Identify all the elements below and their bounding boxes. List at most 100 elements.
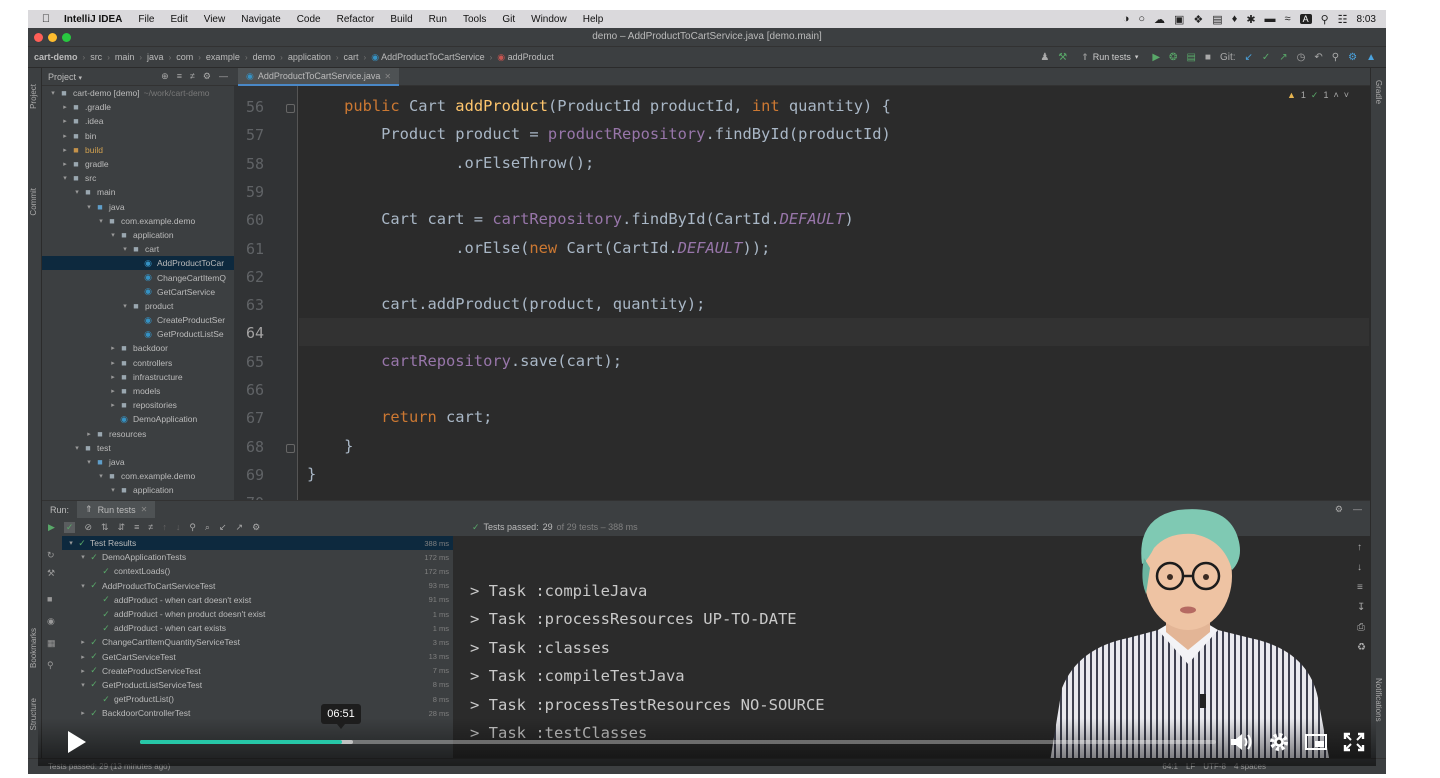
chevron-right-icon[interactable]: ▸ [108, 373, 118, 381]
project-tree-item[interactable]: ▾ ■ application [42, 228, 234, 242]
wifi-icon[interactable]: ≈ [1285, 13, 1291, 25]
project-tree-item[interactable]: ▾ ■ cart-demo [demo] ~/work/cart-demo [42, 86, 234, 100]
chevron-right-icon[interactable]: ▸ [78, 653, 88, 661]
project-tree-item[interactable]: ▸ ■ gradle [42, 157, 234, 171]
menu-refactor[interactable]: Refactor [329, 14, 383, 25]
project-tree-item[interactable]: ▸ ■ bin [42, 129, 234, 143]
project-tree-item[interactable]: ◉ GetCartService [42, 285, 234, 299]
rollback-icon[interactable]: ↶ [1314, 52, 1322, 63]
stop-icon[interactable]: ■ [47, 594, 52, 604]
show-passed-toggle[interactable]: ✓ [63, 521, 76, 533]
chevron-down-icon[interactable]: ▾ [120, 302, 130, 310]
test-result-row[interactable]: ✓ addProduct - when cart exists 1 ms [62, 621, 453, 635]
chevron-down-icon[interactable]: ▾ [78, 553, 88, 561]
breadcrumb-item[interactable]: ◉ AddProductToCartService [371, 52, 484, 63]
fold-marker-icon[interactable] [286, 104, 295, 113]
run-configuration-selector[interactable]: ⇑ Run tests ▾ [1076, 51, 1143, 64]
test-result-row[interactable]: ▾ ✓ GetProductListServiceTest 8 ms [62, 678, 453, 692]
project-view-selector[interactable]: Project ▾ [48, 72, 82, 82]
close-icon[interactable]: ✕ [141, 505, 148, 514]
project-tree-item[interactable]: ▾ ■ java [42, 200, 234, 214]
menu-tools[interactable]: Tools [455, 14, 494, 25]
rerun-icon[interactable]: ▶ [48, 522, 55, 533]
show-ignored-toggle[interactable]: ⊘ [84, 522, 92, 533]
settings-gear-icon[interactable] [1266, 730, 1292, 754]
test-result-row[interactable]: ▸ ✓ CreateProductServiceTest 7 ms [62, 664, 453, 678]
code-line[interactable] [299, 318, 1369, 347]
breadcrumb-item[interactable]: cart [344, 52, 359, 62]
breadcrumb-item[interactable]: com [176, 52, 193, 62]
apple-icon[interactable]:  [36, 13, 56, 25]
line-number[interactable]: 60 [234, 211, 264, 229]
chevron-down-icon[interactable]: ▾ [66, 539, 76, 547]
code-editor[interactable]: ▲ 1 ✓ 1 ˄ ˅ public Cart addProduct(Product… [299, 86, 1369, 500]
chevron-down-icon[interactable]: ▾ [84, 458, 94, 466]
line-number[interactable]: 62 [234, 268, 264, 286]
fold-marker-icon[interactable] [286, 443, 295, 453]
menu-view[interactable]: View [196, 14, 234, 25]
search-everywhere-icon[interactable]: ⚲ [1332, 52, 1339, 63]
shield-icon[interactable]: ♦ [1232, 13, 1238, 25]
project-tree-item[interactable]: ▸ ■ repositories [42, 398, 234, 412]
control-center-icon[interactable]: ☷ [1338, 13, 1348, 26]
chevron-right-icon[interactable]: ▸ [60, 160, 70, 168]
gradle-tool-button[interactable]: Gradle [1374, 80, 1383, 104]
chevron-down-icon[interactable]: ▾ [108, 486, 118, 494]
line-number[interactable]: 56 [234, 98, 264, 116]
chevron-right-icon[interactable]: ▸ [78, 667, 88, 675]
build-hammer-icon[interactable]: ⚒ [1058, 52, 1067, 63]
code-line[interactable]: Cart cart = cartRepository.findById(Cart… [307, 205, 854, 233]
sort-duration-icon[interactable]: ⇵ [118, 522, 126, 533]
history-icon[interactable]: ◷ [1297, 52, 1306, 63]
project-tree-item[interactable]: ▾ ■ main [42, 185, 234, 199]
menu-app-name[interactable]: IntelliJ IDEA [56, 14, 130, 25]
chevron-up-icon[interactable]: ˄ [1333, 90, 1338, 101]
project-tree-item[interactable]: ◉ GetProductListSe [42, 327, 234, 341]
chevron-right-icon[interactable]: ▸ [60, 103, 70, 111]
project-tree-item[interactable]: ▾ ■ cart [42, 242, 234, 256]
expand-all-icon[interactable]: ≡ [177, 71, 182, 82]
project-tree-item[interactable]: ▾ ■ com.example.demo [42, 469, 234, 483]
project-tree-item[interactable]: ◉ DemoApplication [42, 412, 234, 426]
project-tree-item[interactable]: ▸ ■ .idea [42, 114, 234, 128]
pin-icon[interactable]: ⚲ [47, 660, 54, 671]
coverage-icon[interactable]: ▤ [1186, 52, 1195, 63]
maximize-window-button[interactable] [62, 33, 71, 42]
wrench-icon[interactable]: ⚒ [47, 568, 55, 579]
bluetooth-icon[interactable]: ✱ [1246, 13, 1255, 26]
gear-icon[interactable]: ⚙ [252, 522, 260, 533]
previous-test-icon[interactable]: ↑ [162, 522, 167, 532]
bookmarks-tool-button[interactable]: Bookmarks [29, 628, 38, 668]
test-result-row[interactable]: ▸ ✓ ChangeCartItemQuantityServiceTest 3 ms [62, 635, 453, 649]
sort-alpha-icon[interactable]: ⇅ [101, 522, 109, 533]
chart-icon[interactable]: ▤ [1212, 13, 1222, 26]
debug-icon[interactable]: ❂ [1169, 52, 1177, 63]
menu-run[interactable]: Run [421, 14, 455, 25]
line-number[interactable]: 57 [234, 126, 264, 144]
chevron-down-icon[interactable]: ▾ [120, 245, 130, 253]
project-tree-item[interactable]: ◉ CreateProductSer [42, 313, 234, 327]
project-tree-item[interactable]: ▾ ■ test [42, 441, 234, 455]
menu-git[interactable]: Git [494, 14, 523, 25]
project-tree-item[interactable]: ▸ ■ infrastructure [42, 370, 234, 384]
export-icon[interactable]: ↗ [236, 522, 244, 533]
chevron-right-icon[interactable]: ▸ [60, 132, 70, 140]
camera-icon[interactable]: ◉ [47, 616, 55, 627]
chevron-down-icon[interactable]: ▾ [84, 203, 94, 211]
menu-edit[interactable]: Edit [162, 14, 195, 25]
ide-logo-icon[interactable]: ▲ [1366, 52, 1376, 63]
project-tree-item[interactable]: ▸ ■ .gradle [42, 100, 234, 114]
chevron-right-icon[interactable]: ▸ [108, 344, 118, 352]
code-line[interactable]: cartRepository.save(cart); [307, 347, 622, 375]
gear-icon[interactable]: ⚙ [203, 71, 211, 82]
menu-build[interactable]: Build [382, 14, 420, 25]
breadcrumb-item[interactable]: application [288, 52, 331, 62]
input-source-badge[interactable]: A [1299, 14, 1312, 24]
chevron-down-icon[interactable]: ▾ [96, 472, 106, 480]
breadcrumb-item[interactable]: demo [253, 52, 276, 62]
stop-icon[interactable]: ■ [1205, 52, 1211, 63]
screen-icon[interactable]: ▣ [1174, 13, 1184, 26]
structure-tool-button[interactable]: Structure [29, 698, 38, 730]
breadcrumb-item[interactable]: cart-demo [34, 52, 78, 62]
locate-icon[interactable]: ⊕ [161, 71, 169, 82]
